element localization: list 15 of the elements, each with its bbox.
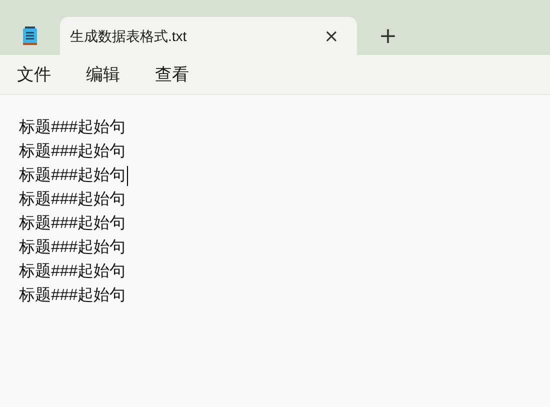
notepad-icon <box>22 26 38 46</box>
close-button[interactable]: × <box>320 22 343 50</box>
text-line: 标题###起始句 <box>19 190 126 210</box>
text-line: 标题###起始句 <box>19 238 126 258</box>
text-line: 标题###起始句 <box>19 286 126 306</box>
text-line: 标题###起始句 <box>19 166 126 186</box>
text-line: 标题###起始句 <box>19 262 126 282</box>
menu-item[interactable]: 查看 <box>144 62 200 88</box>
text-line: 标题###起始句 <box>19 214 126 234</box>
document-tab[interactable]: 生成数据表格式.txt × <box>60 17 357 55</box>
menu-item[interactable]: 文件 <box>6 62 62 88</box>
text-line: 标题###起始句 <box>19 118 126 138</box>
menu-item[interactable]: 编辑 <box>75 62 131 88</box>
new-tab-button[interactable]: + <box>357 17 419 55</box>
text-line: 标题###起始句 <box>19 142 126 162</box>
